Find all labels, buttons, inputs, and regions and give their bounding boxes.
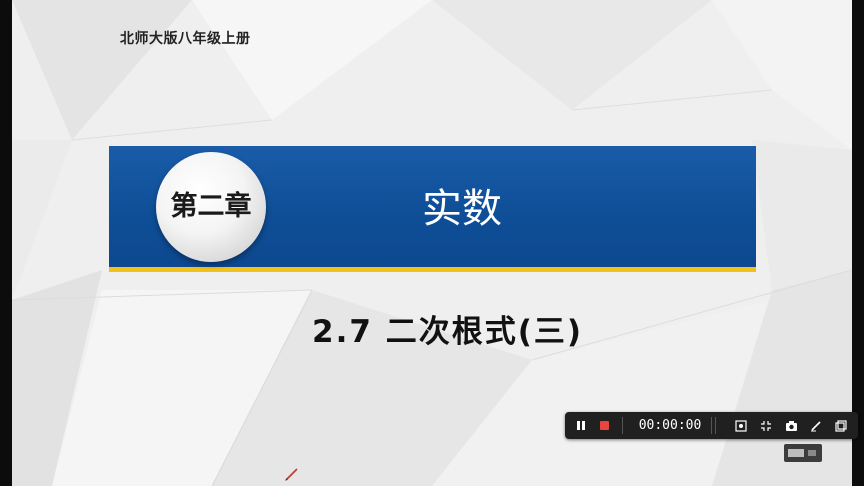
toolbar-separator bbox=[715, 417, 716, 434]
publisher-label: 北师大版八年级上册 bbox=[120, 31, 251, 47]
chapter-title: 实数 bbox=[422, 186, 502, 232]
banner-gold-stripe bbox=[109, 267, 756, 272]
window-icon[interactable] bbox=[831, 412, 851, 439]
fullscreen-record-icon[interactable] bbox=[731, 412, 751, 439]
chapter-badge-label: 第二章 bbox=[170, 191, 252, 222]
screen-recorder-toolbar: 00:00:00 bbox=[565, 412, 858, 439]
screen-left-border bbox=[0, 0, 12, 486]
camera-icon[interactable] bbox=[781, 412, 801, 439]
lesson-title: 2.7 二次根式(三) bbox=[312, 314, 584, 350]
pause-icon[interactable] bbox=[571, 412, 591, 439]
pen-cursor-icon bbox=[285, 468, 298, 481]
recording-timer: 00:00:00 bbox=[638, 418, 702, 433]
toolbar-separator bbox=[711, 417, 712, 434]
pen-icon[interactable] bbox=[806, 412, 826, 439]
shrink-icon[interactable] bbox=[756, 412, 776, 439]
stop-icon[interactable] bbox=[594, 412, 614, 439]
camera-preview-widget[interactable] bbox=[784, 444, 822, 462]
toolbar-separator bbox=[622, 417, 623, 434]
